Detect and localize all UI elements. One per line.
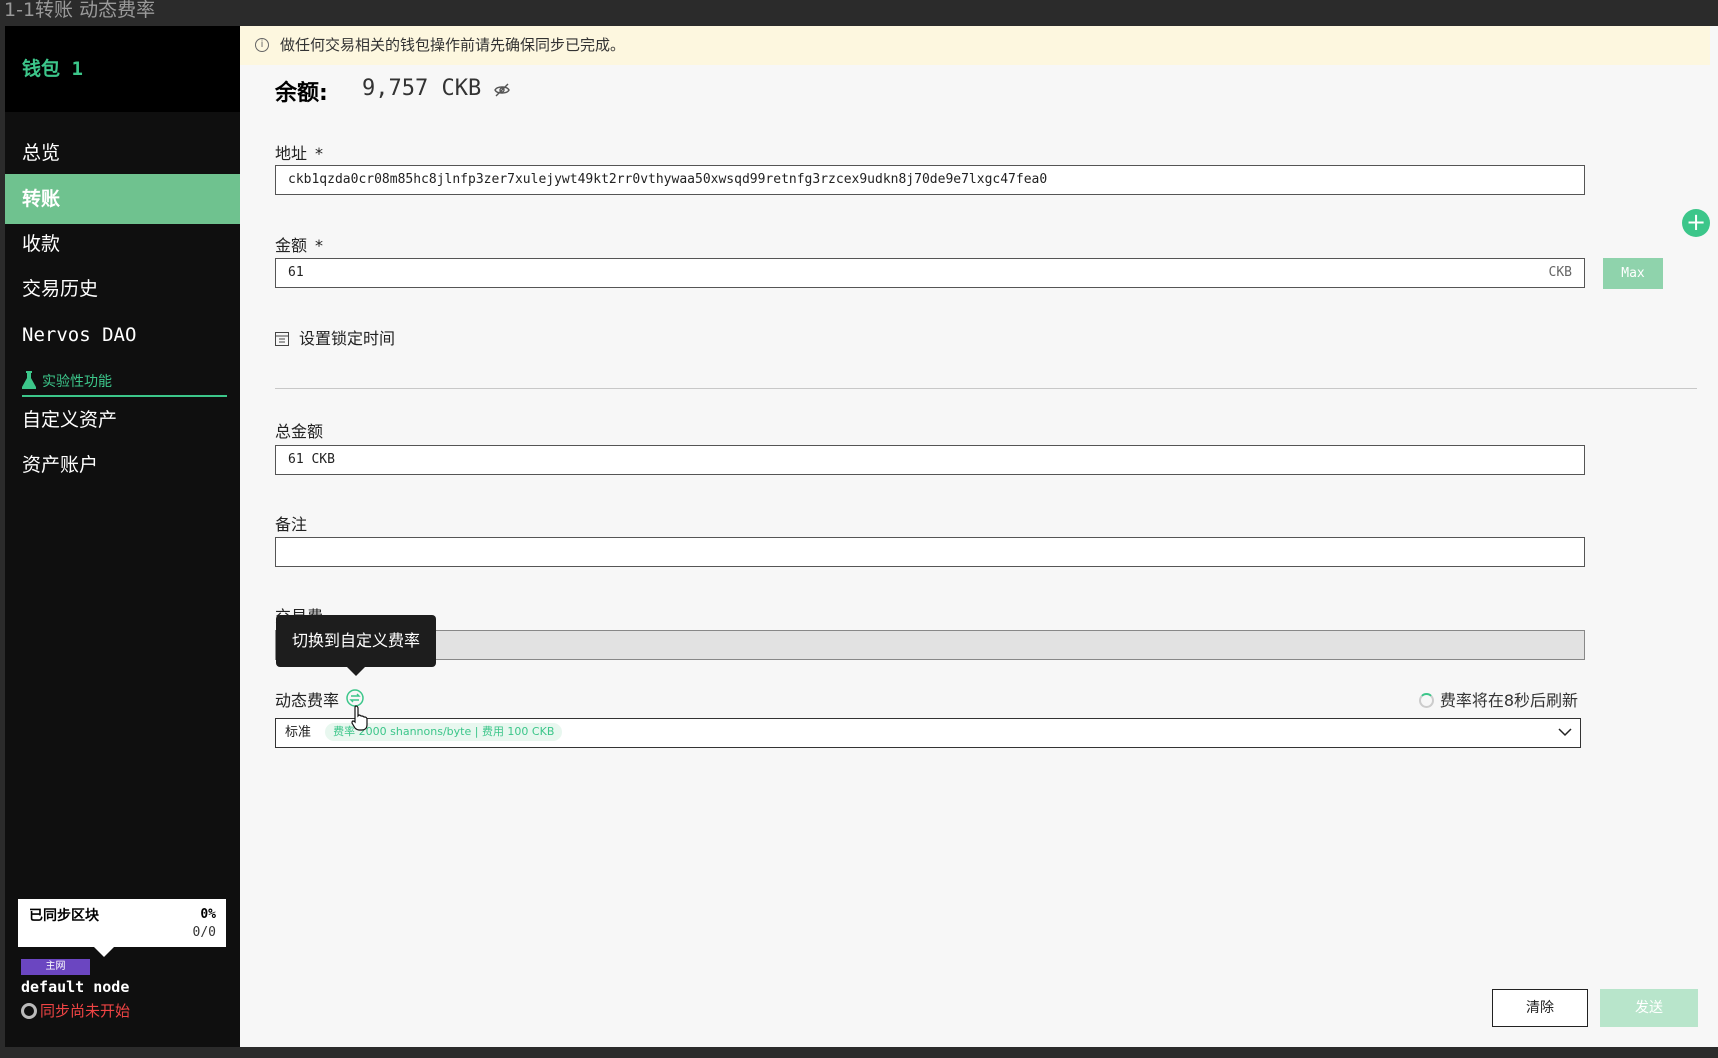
amount-unit: CKB bbox=[1548, 265, 1572, 280]
calendar-icon bbox=[275, 332, 289, 346]
sidebar-item-nervos-dao[interactable]: Nervos DAO bbox=[5, 310, 240, 360]
amount-value: 61 bbox=[288, 265, 304, 280]
node-status-icon bbox=[21, 1003, 37, 1019]
sync-title: 已同步区块 bbox=[29, 908, 99, 924]
section-divider bbox=[275, 388, 1697, 389]
sync-status: 同步尚未开始 bbox=[21, 1001, 130, 1021]
lock-time-label: 设置锁定时间 bbox=[299, 329, 396, 348]
dynamic-rate-label: 动态费率 bbox=[275, 691, 340, 710]
notice-text: 做任何交易相关的钱包操作前请先确保同步已完成。 bbox=[280, 36, 626, 54]
send-page: i 做任何交易相关的钱包操作前请先确保同步已完成。 余额: 9,757 CKB … bbox=[240, 26, 1718, 1047]
window-title: 1-1转账 动态费率 bbox=[4, 0, 156, 21]
address-input[interactable]: ckb1qzda0cr08m85hc8jlnfp3zer7xulejywt49k… bbox=[275, 165, 1585, 195]
tooltip-text: 切换到自定义费率 bbox=[291, 631, 420, 650]
sidebar-item-custom-assets[interactable]: 自定义资产 bbox=[5, 395, 240, 445]
experimental-label-text: 实验性功能 bbox=[42, 374, 112, 390]
address-required-mark: * bbox=[315, 144, 324, 163]
clear-button[interactable]: 清除 bbox=[1492, 989, 1588, 1027]
eye-off-icon[interactable] bbox=[494, 82, 510, 98]
address-label: 地址 * bbox=[275, 140, 323, 164]
node-name[interactable]: default node bbox=[21, 978, 129, 996]
send-button[interactable]: 发送 bbox=[1600, 989, 1698, 1027]
sidebar: 钱包 1 总览 转账 收款 交易历史 Nervos DAO 实验性功能 自定义资… bbox=[5, 26, 240, 1047]
chevron-down-icon bbox=[1558, 728, 1572, 737]
total-label: 总金额 bbox=[275, 422, 324, 441]
rate-refresh-text: 费率将在8秒后刷新 bbox=[1439, 691, 1578, 710]
max-button[interactable]: Max bbox=[1603, 258, 1663, 289]
balance-value: 9,757 CKB bbox=[362, 76, 482, 101]
amount-label-text: 金额 bbox=[275, 236, 308, 255]
experimental-section-label: 实验性功能 bbox=[22, 369, 227, 397]
sidebar-item-receive[interactable]: 收款 bbox=[5, 219, 240, 269]
wallet-name[interactable]: 钱包 1 bbox=[5, 26, 240, 112]
spinner-icon bbox=[1418, 693, 1434, 708]
note-label: 备注 bbox=[275, 515, 308, 534]
sidebar-item-send[interactable]: 转账 bbox=[5, 174, 240, 224]
sync-progress-card: 已同步区块 0% 0/0 bbox=[18, 899, 226, 957]
custom-rate-tooltip: 切换到自定义费率 bbox=[276, 615, 436, 676]
total-amount-field: 61 CKB bbox=[275, 445, 1585, 475]
info-icon: i bbox=[255, 38, 269, 52]
sync-block-count: 0/0 bbox=[192, 925, 216, 940]
amount-label: 金额 * bbox=[275, 232, 323, 256]
balance-label: 余额: bbox=[275, 81, 328, 106]
amount-input[interactable]: 61 CKB bbox=[275, 258, 1585, 288]
rate-selected-value: 标准 bbox=[285, 725, 312, 740]
sync-card-pointer bbox=[94, 947, 114, 957]
set-lock-time[interactable]: 设置锁定时间 bbox=[275, 325, 395, 349]
rate-select[interactable]: 标准 费率 2000 shannons/byte | 费用 100 CKB bbox=[275, 718, 1581, 748]
pointer-cursor-icon bbox=[351, 705, 368, 731]
flask-icon bbox=[22, 371, 36, 389]
address-label-text: 地址 bbox=[275, 144, 308, 163]
sync-percent: 0% bbox=[200, 907, 216, 922]
add-recipient-button[interactable]: + bbox=[1682, 209, 1710, 237]
tooltip-arrow bbox=[346, 666, 366, 676]
sidebar-item-asset-accounts[interactable]: 资产账户 bbox=[5, 440, 240, 490]
fee-field bbox=[275, 630, 1585, 660]
sidebar-item-overview[interactable]: 总览 bbox=[5, 128, 240, 178]
sync-status-text: 同步尚未开始 bbox=[40, 1002, 131, 1020]
rate-refresh-status: 费率将在8秒后刷新 bbox=[1418, 687, 1578, 711]
note-input[interactable] bbox=[275, 537, 1585, 567]
network-badge[interactable]: 主网 bbox=[21, 959, 90, 975]
sync-notice: i 做任何交易相关的钱包操作前请先确保同步已完成。 bbox=[240, 26, 1710, 65]
sidebar-item-history[interactable]: 交易历史 bbox=[5, 264, 240, 314]
amount-required-mark: * bbox=[315, 236, 324, 255]
